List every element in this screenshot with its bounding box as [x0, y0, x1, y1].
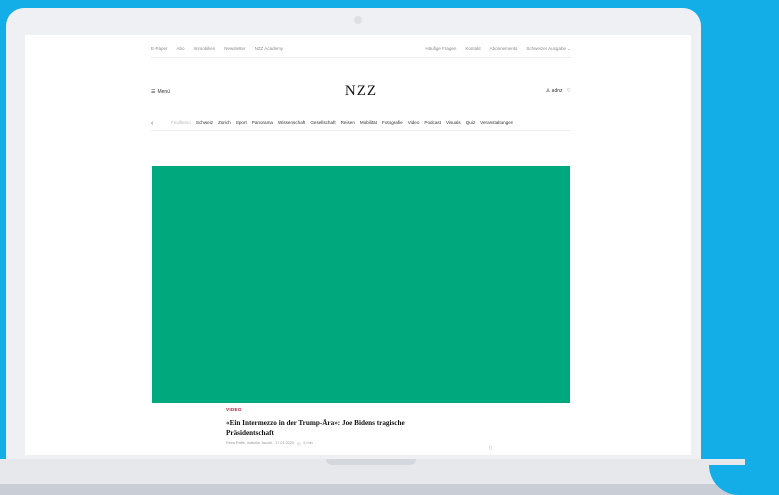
site-header: ☰ Menü NZZ ♙ adnz ♡ [151, 81, 571, 105]
laptop-base-notch [326, 459, 416, 465]
site-logo[interactable]: NZZ [345, 83, 377, 100]
link-immobilien[interactable]: Immobilien [194, 46, 216, 51]
link-abonnements[interactable]: Abonnements [490, 46, 518, 52]
utility-bar: E-Paper Abo Immobilien Newsletter NZZ Ac… [151, 46, 571, 58]
article-date: 17.01.2025 [275, 441, 295, 445]
tab-veranstaltungen[interactable]: Veranstaltungen [480, 120, 513, 128]
chevron-down-icon: ⌄ [567, 45, 571, 51]
user-area: ♙ adnz ♡ [546, 88, 571, 94]
idea-icon[interactable]: ♡ [567, 88, 571, 94]
link-nzz-academy[interactable]: NZZ Academy [255, 46, 284, 51]
tab-panorama[interactable]: Panorama [252, 120, 273, 128]
laptop-frame: E-Paper Abo Immobilien Newsletter NZZ Ac… [6, 8, 701, 465]
bookmark-icon[interactable]: ▯ [489, 445, 492, 451]
menu-icon: ☰ [151, 89, 156, 95]
section-nav: ‹ Feuilleton Schweiz Zürich Sport Panora… [151, 117, 571, 131]
camera-icon [354, 16, 362, 24]
laptop-base-shadow [0, 484, 779, 495]
article-meta: Reza Rafie, Isabelle Jacobi 17.01.2025 ◷… [226, 441, 496, 446]
user-label: adnz [551, 88, 563, 94]
edition-selector[interactable]: Schweizer Ausgabe ⌄ [526, 46, 571, 52]
utility-links-right: Häufige Fragen Kontakt Abonnements Schwe… [425, 46, 571, 52]
link-epaper[interactable]: E-Paper [151, 46, 168, 51]
link-newsletter[interactable]: Newsletter [224, 46, 245, 51]
browser-screen: E-Paper Abo Immobilien Newsletter NZZ Ac… [25, 35, 691, 455]
menu-label: Menü [157, 89, 170, 95]
article-headline[interactable]: «Ein Intermezzo in der Trump-Ära»: Joe B… [226, 418, 496, 438]
clock-icon: ◷ [297, 442, 301, 446]
link-kontakt[interactable]: Kontakt [465, 46, 480, 52]
tab-video[interactable]: Video [408, 120, 420, 128]
tab-gesellschaft[interactable]: Gesellschaft [310, 120, 335, 128]
menu-button[interactable]: ☰ Menü [151, 89, 170, 95]
link-abo[interactable]: Abo [177, 46, 185, 51]
article-authors: Reza Rafie, Isabelle Jacobi [226, 441, 273, 445]
article-kicker: VIDEO [226, 407, 242, 412]
link-faq[interactable]: Häufige Fragen [425, 46, 456, 52]
article-teaser[interactable]: VIDEO «Ein Intermezzo in der Trump-Ära»:… [226, 407, 496, 446]
user-icon: ♙ [545, 88, 551, 94]
tab-zuerich[interactable]: Zürich [218, 120, 231, 128]
nav-items: Feuilleton Schweiz Zürich Sport Panorama… [171, 120, 513, 128]
tab-sport[interactable]: Sport [236, 120, 247, 128]
tab-mobilitaet[interactable]: Mobilität [360, 120, 377, 128]
tab-quiz[interactable]: Quiz [466, 120, 475, 128]
utility-links-left: E-Paper Abo Immobilien Newsletter NZZ Ac… [151, 46, 283, 51]
nav-back-arrow-icon[interactable]: ‹ [151, 120, 171, 127]
tab-schweiz[interactable]: Schweiz [196, 120, 213, 128]
edition-label: Schweizer Ausgabe [526, 45, 566, 51]
tab-feuilleton[interactable]: Feuilleton [171, 120, 191, 128]
tab-podcast[interactable]: Podcast [424, 120, 441, 128]
tab-reisen[interactable]: Reisen [341, 120, 355, 128]
headline-line-2: Präsidentschaft [226, 429, 274, 437]
tab-wissenschaft[interactable]: Wissenschaft [278, 120, 305, 128]
article-read-time: 5 min [303, 441, 313, 445]
hero-video-placeholder[interactable] [152, 166, 570, 403]
tab-visuals[interactable]: Visuals [446, 120, 461, 128]
headline-line-1: «Ein Intermezzo in der Trump-Ära»: Joe B… [226, 419, 405, 427]
tab-fotografie[interactable]: Fotografie [382, 120, 403, 128]
user-account-button[interactable]: ♙ adnz [546, 88, 563, 94]
